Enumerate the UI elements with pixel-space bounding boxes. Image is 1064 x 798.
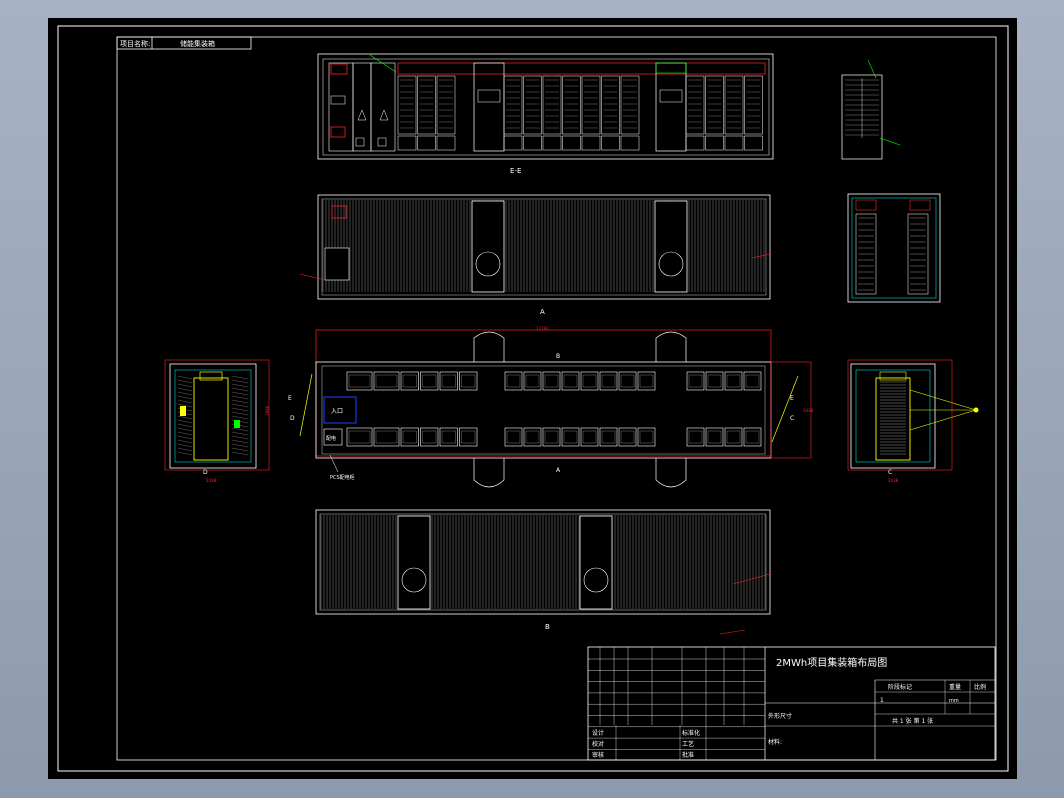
right-view-label: C — [888, 469, 892, 476]
project-value: 储能集装箱 — [180, 39, 215, 48]
scale-value: 1 — [880, 697, 884, 704]
plan-arrow-b: B — [556, 353, 560, 360]
side-height-dim: 2896 — [265, 405, 270, 416]
section-view-label: E-E — [510, 167, 521, 175]
unit-value: mm — [949, 698, 959, 704]
std-label: 标准化 — [682, 729, 700, 737]
plan-small-label: 配电 — [326, 435, 336, 442]
plan-arrow-e-right: E — [790, 395, 794, 402]
stage-label: 阶段标记 — [888, 683, 912, 691]
sheets-label: 共 1 张 第 1 张 — [892, 717, 933, 725]
plan-callout: PCS配电柜 — [330, 474, 355, 481]
plan-width-dim: 12192 — [536, 326, 549, 331]
front-view-label: A — [540, 308, 545, 316]
outline-dim-label: 外形尺寸 — [768, 712, 792, 720]
design-label: 设计 — [592, 729, 604, 737]
project-label: 项目名称: — [120, 39, 150, 48]
right-width-dim: 2438 — [888, 478, 899, 483]
plan-arrow-e-left: E — [288, 395, 292, 402]
plan-blue-label: 入口 — [331, 408, 343, 415]
plan-side-dim: 2438 — [803, 408, 814, 413]
process-label: 工艺 — [682, 740, 694, 748]
left-width-dim: 2438 — [206, 478, 217, 483]
back-view-label: B — [545, 623, 550, 631]
check-label: 校对 — [592, 740, 604, 748]
cad-drawing-canvas: 项目名称: 储能集装箱 E-E A 入口 配电 B A E D E C 1219… — [48, 18, 1017, 779]
scale-label: 比例 — [974, 683, 986, 691]
review-label: 审核 — [592, 751, 604, 759]
weight-label: 重量 — [949, 683, 961, 691]
material-label: 材料: — [768, 738, 782, 746]
approve-label: 批准 — [682, 751, 694, 759]
plan-arrow-d: D — [290, 415, 295, 422]
left-view-label: D — [203, 469, 208, 476]
drawing-title: 2MWh项目集装箱布局图 — [776, 656, 887, 669]
plan-arrow-c: C — [790, 415, 794, 422]
